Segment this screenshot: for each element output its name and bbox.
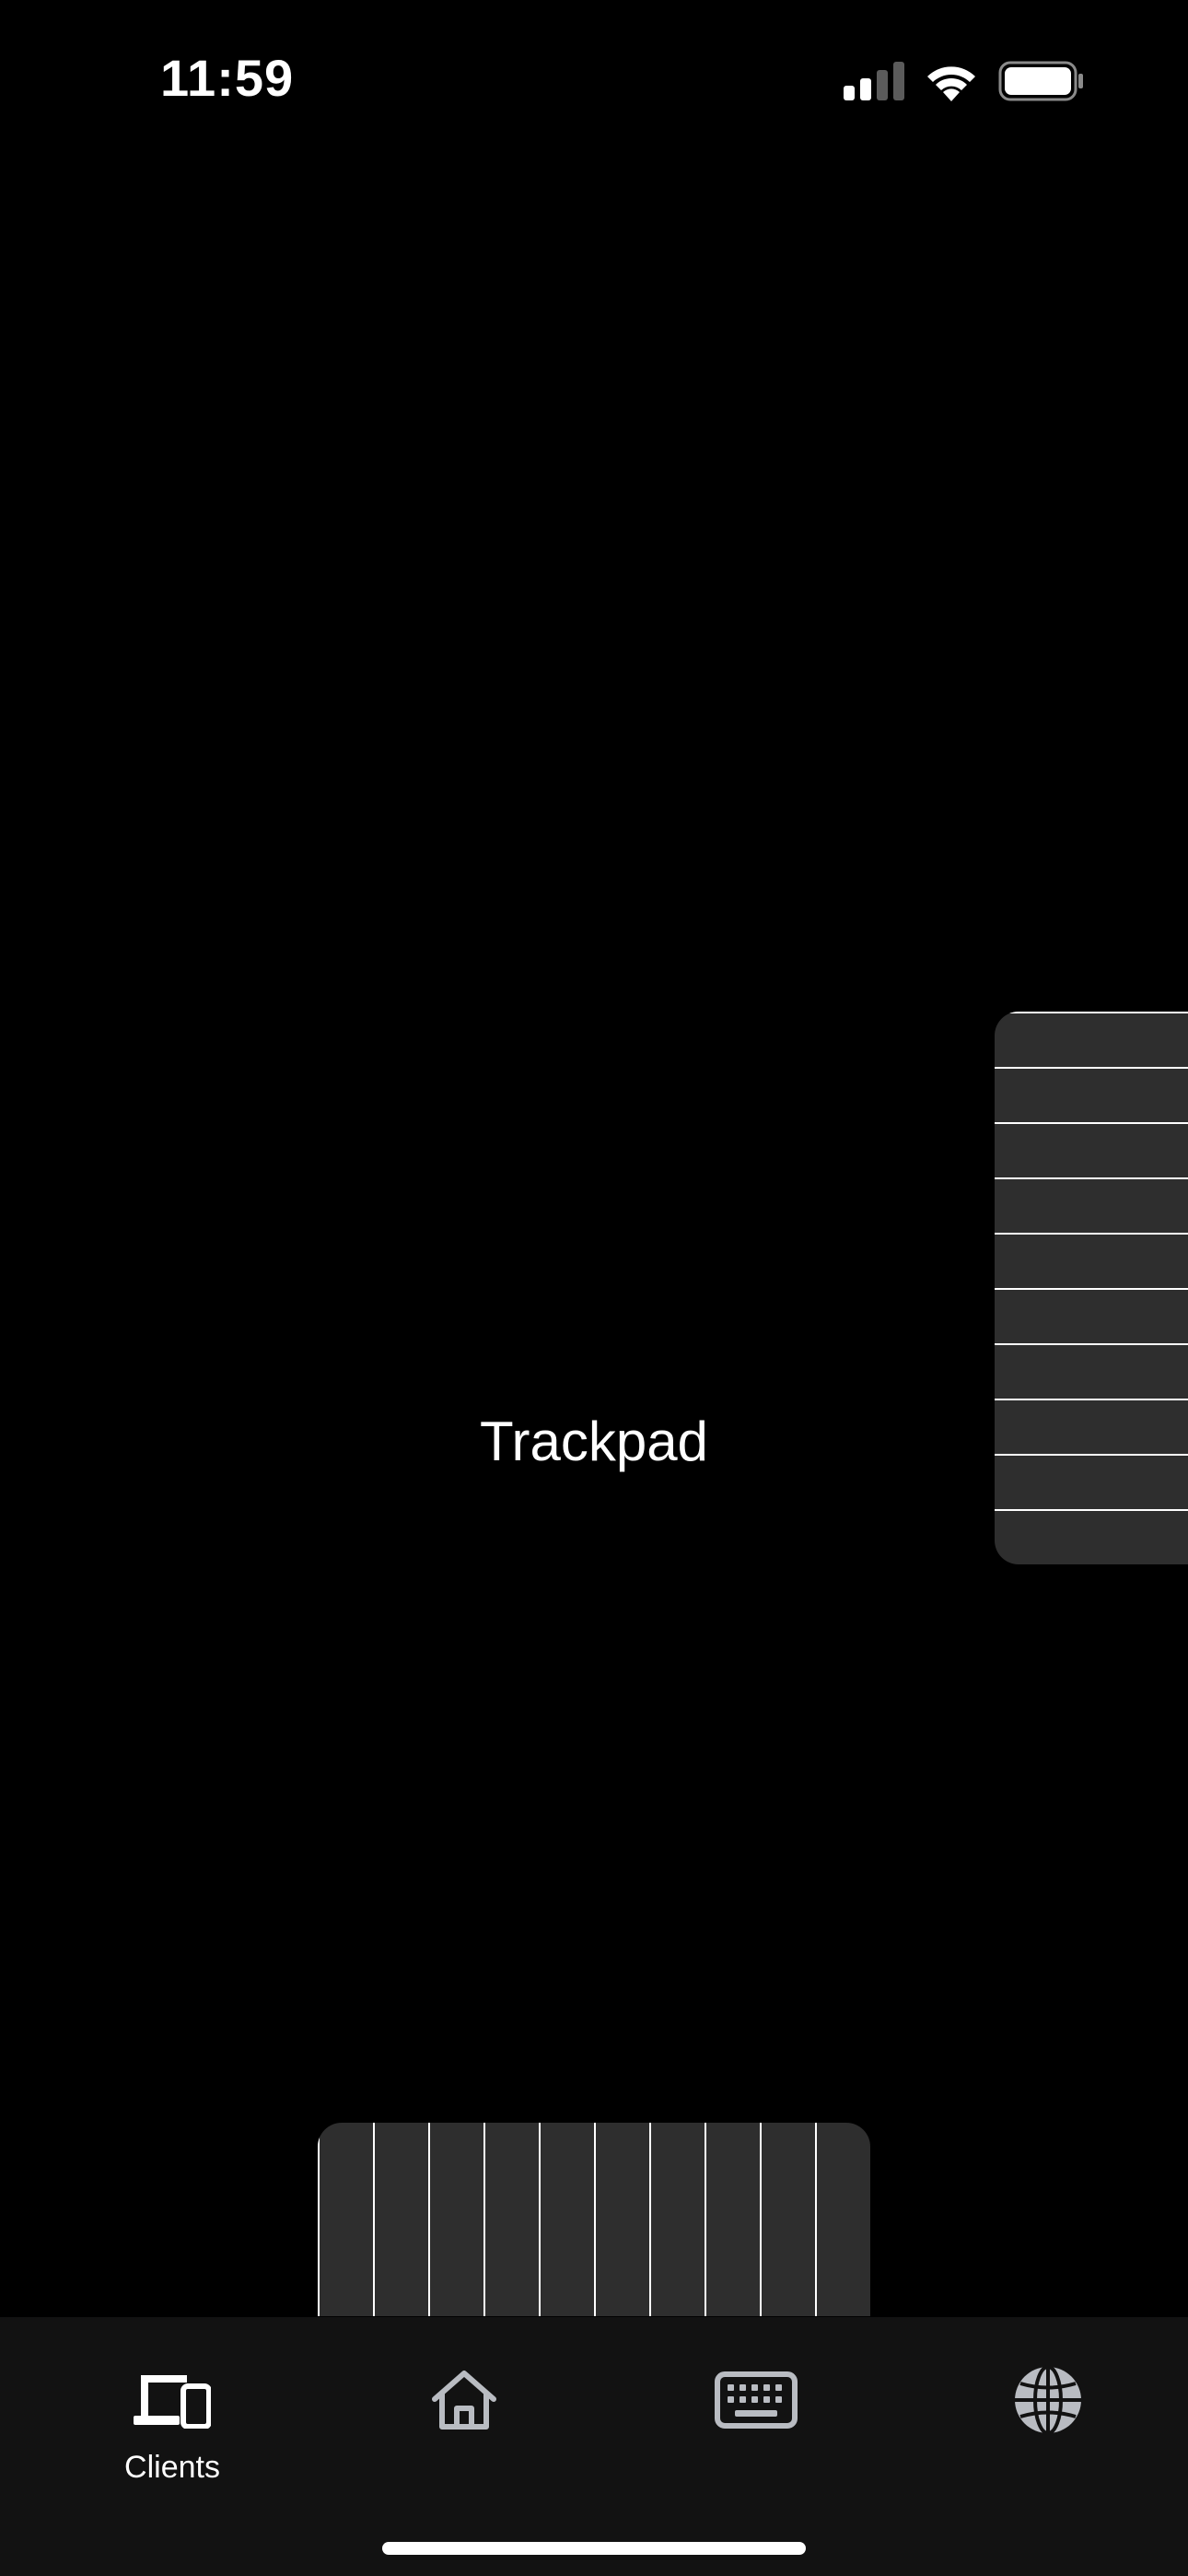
wifi-icon	[927, 66, 975, 101]
strip-line	[995, 1067, 1188, 1069]
cellular-signal-icon	[844, 62, 904, 100]
strip-line	[995, 1122, 1188, 1124]
strip-line	[649, 2123, 651, 2316]
keyboard-icon	[715, 2363, 798, 2437]
strip-line	[995, 1012, 1188, 1013]
devices-icon	[134, 2363, 211, 2437]
strip-line	[995, 1454, 1188, 1456]
strip-line	[995, 1399, 1188, 1400]
home-indicator	[382, 2542, 806, 2555]
tab-clients[interactable]: Clients	[24, 2317, 320, 2501]
battery-icon	[998, 61, 1083, 101]
strip-line	[815, 2123, 817, 2316]
tab-keyboard[interactable]	[608, 2317, 904, 2501]
home-icon	[431, 2363, 497, 2437]
status-bar: 11:59	[0, 0, 1188, 157]
strip-line	[995, 1509, 1188, 1511]
strip-line	[373, 2123, 375, 2316]
strip-line	[483, 2123, 485, 2316]
strip-line	[428, 2123, 430, 2316]
strip-line	[705, 2123, 706, 2316]
strip-line	[760, 2123, 762, 2316]
tab-globe[interactable]	[900, 2317, 1188, 2501]
globe-icon	[1012, 2363, 1084, 2437]
strip-line	[594, 2123, 596, 2316]
vertical-scroll-strip[interactable]	[995, 1012, 1188, 1564]
tab-bar: Clients	[0, 2317, 1188, 2576]
horizontal-scroll-strip[interactable]	[318, 2123, 870, 2316]
strip-line	[995, 1288, 1188, 1290]
strip-line	[995, 1233, 1188, 1235]
tab-home[interactable]	[316, 2317, 612, 2501]
strip-line	[318, 2123, 320, 2316]
tab-clients-label: Clients	[124, 2450, 220, 2485]
strip-line	[539, 2123, 541, 2316]
status-icons	[844, 59, 1085, 103]
strip-line	[995, 1177, 1188, 1179]
strip-line	[995, 1343, 1188, 1345]
status-time: 11:59	[160, 49, 295, 107]
